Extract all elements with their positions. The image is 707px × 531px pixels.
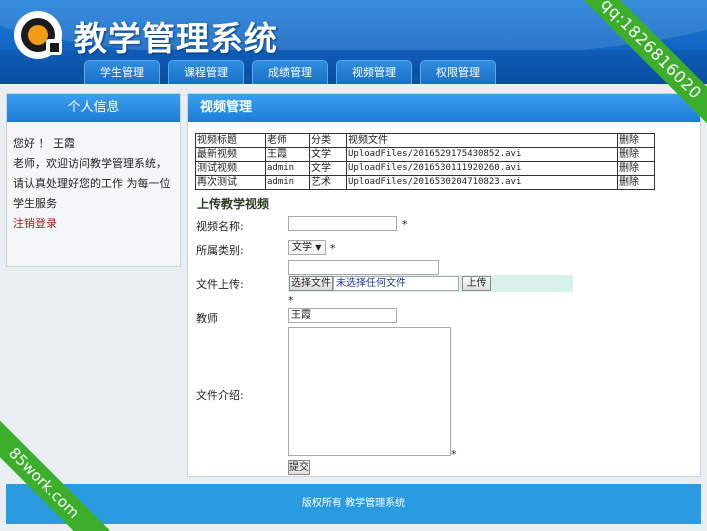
category-label: 所属类别: <box>196 244 244 257</box>
nav-tab-permissions[interactable]: 权限管理 <box>420 60 496 84</box>
table-header-row: 视频标题 老师 分类 视频文件 删除 <box>195 133 655 148</box>
cell-category: 文学 <box>309 161 347 176</box>
col-header-file: 视频文件 <box>346 133 618 148</box>
col-header-title: 视频标题 <box>195 133 266 148</box>
col-header-delete: 删除 <box>617 133 655 148</box>
logout-link[interactable]: 注销登录 <box>13 214 174 234</box>
required-mark: * <box>330 242 336 255</box>
category-select[interactable]: 文学 ▼ <box>288 240 326 255</box>
delete-link[interactable]: 删除 <box>617 147 655 162</box>
required-mark: * <box>288 294 294 307</box>
teacher-label: 教师 <box>196 312 218 325</box>
cell-title: 再次测试 <box>195 175 266 190</box>
sidebar-title: 个人信息 <box>7 94 180 122</box>
cell-teacher: 王霞 <box>265 147 310 162</box>
cell-teacher: admin <box>265 161 310 176</box>
upload-section-title: 上传教学视频 <box>197 197 270 211</box>
delete-link[interactable]: 删除 <box>617 175 655 190</box>
required-mark: * <box>402 218 408 231</box>
nav-tab-students[interactable]: 学生管理 <box>84 60 160 84</box>
cell-category: 艺术 <box>309 175 347 190</box>
cell-file: UploadFiles/2016530204710823.avi <box>346 175 618 190</box>
greeting-text: 您好 ！ 王霞 <box>13 137 75 150</box>
cell-file: UploadFiles/2016529175430852.avi <box>346 147 618 162</box>
col-header-teacher: 老师 <box>265 133 310 148</box>
nav-tab-videos[interactable]: 视频管理 <box>336 60 412 84</box>
footer: 版权所有 教学管理系统 <box>6 484 701 524</box>
file-path-input[interactable] <box>288 260 439 275</box>
delete-link[interactable]: 删除 <box>617 161 655 176</box>
app-logo-icon <box>14 11 62 59</box>
col-header-category: 分类 <box>309 133 347 148</box>
chevron-down-icon: ▼ <box>315 243 322 252</box>
welcome-message: 老师，欢迎访问教学管理系统，请认真处理好您的工作 为每一位学生服务 <box>13 157 171 210</box>
category-value: 文学 <box>292 242 312 253</box>
video-table: 视频标题 老师 分类 视频文件 删除 最新视频 王霞 文学 UploadFile… <box>195 133 655 190</box>
intro-label: 文件介绍: <box>196 389 244 402</box>
table-row: 最新视频 王霞 文学 UploadFiles/2016529175430852.… <box>195 147 655 162</box>
table-row: 再次测试 admin 艺术 UploadFiles/20165302047108… <box>195 175 655 190</box>
nav-tab-courses[interactable]: 课程管理 <box>168 60 244 84</box>
table-row: 测试视频 admin 文学 UploadFiles/20165301119202… <box>195 161 655 176</box>
intro-textarea[interactable] <box>288 327 451 456</box>
nav-tab-grades[interactable]: 成绩管理 <box>252 60 328 84</box>
cell-title: 最新视频 <box>195 147 266 162</box>
choose-file-button[interactable]: 选择文件 <box>289 276 333 291</box>
video-name-label: 视频名称: <box>196 220 244 233</box>
teacher-input[interactable]: 王霞 <box>288 308 397 323</box>
cell-file: UploadFiles/2016530111920260.avi <box>346 161 618 176</box>
cell-title: 测试视频 <box>195 161 266 176</box>
upload-button[interactable]: 上传 <box>462 276 491 291</box>
cell-category: 文学 <box>309 147 347 162</box>
file-upload-label: 文件上传: <box>196 278 244 291</box>
app-title: 教学管理系统 <box>74 19 278 58</box>
video-name-input[interactable] <box>288 216 397 231</box>
sidebar: 个人信息 您好 ！ 王霞 老师，欢迎访问教学管理系统，请认真处理好您的工作 为每… <box>6 93 181 267</box>
main-panel: 视频管理 视频标题 老师 分类 视频文件 删除 最新视频 王霞 文学 Uploa… <box>187 93 701 477</box>
file-name-display: 未选择任何文件 <box>333 276 459 291</box>
required-mark: * <box>451 448 457 461</box>
submit-button[interactable]: 提交 <box>288 460 310 475</box>
page-title: 视频管理 <box>188 94 700 122</box>
cell-teacher: admin <box>265 175 310 190</box>
